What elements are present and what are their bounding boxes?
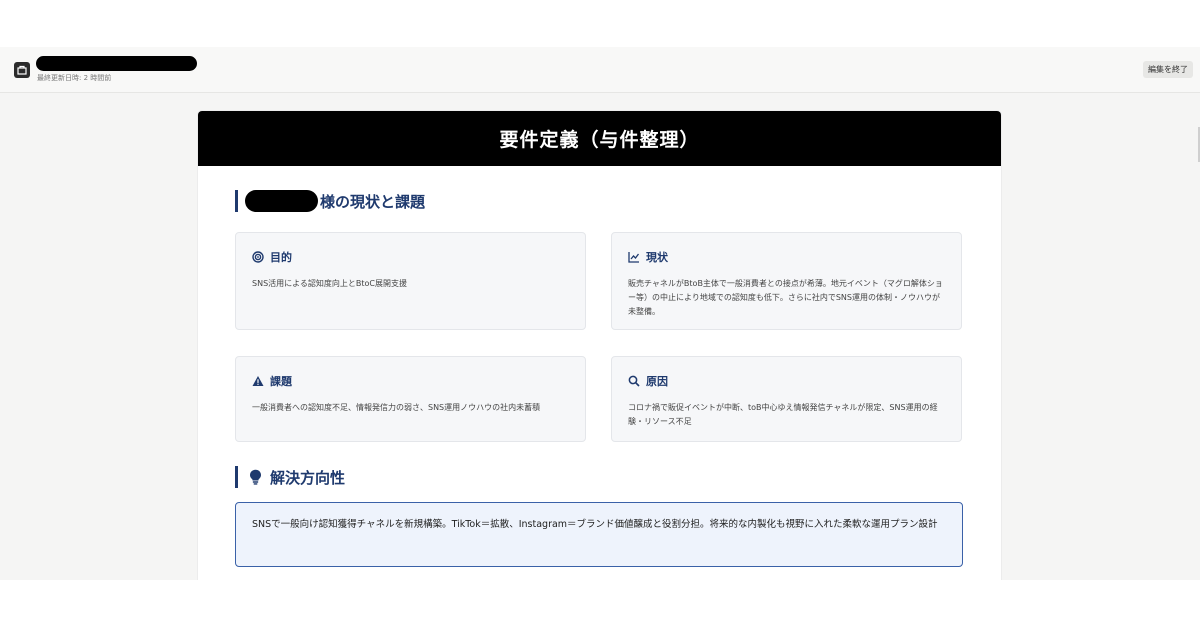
card-head: 原因 xyxy=(628,373,945,389)
card-body: 販売チャネルがBtoB主体で一般消費者との接点が希薄。地元イベント（マグロ解体シ… xyxy=(628,279,943,316)
document-slide: 要件定義（与件整理） 様の現状と課題 目的 SNS活用による認知度向上とBtoC… xyxy=(198,111,1001,580)
app-frame: 最終更新日時: 2 時間前 編集を終了 要件定義（与件整理） 様の現状と課題 目… xyxy=(0,47,1200,580)
card-head: 目的 xyxy=(252,249,569,265)
card-body: 一般消費者への認知度不足、情報発信力の弱さ、SNS運用ノウハウの社内未蓄積 xyxy=(252,403,541,412)
card-title: 目的 xyxy=(270,251,292,264)
card-title: 現状 xyxy=(646,251,668,264)
card-issues: 課題 一般消費者への認知度不足、情報発信力の弱さ、SNS運用ノウハウの社内未蓄積 xyxy=(235,356,586,442)
card-body: SNS活用による認知度向上とBtoC展開支援 xyxy=(252,279,408,288)
doc-title: 要件定義（与件整理） xyxy=(198,111,1001,166)
section-title-text: 解決方向性 xyxy=(270,468,346,487)
card-head: 現状 xyxy=(628,249,945,265)
card-head: 課題 xyxy=(252,373,569,389)
card-current-state: 現状 販売チャネルがBtoB主体で一般消費者との接点が希薄。地元イベント（マグロ… xyxy=(611,232,962,330)
last-updated-label: 最終更新日時: 2 時間前 xyxy=(37,74,112,82)
target-icon xyxy=(252,251,264,263)
section-title-text: 様の現状と課題 xyxy=(320,192,426,211)
heading-accent-bar xyxy=(235,190,238,212)
section-solution-heading: 解決方向性 xyxy=(235,466,345,488)
heading-accent-bar xyxy=(235,466,238,488)
section-current-issues-heading: 様の現状と課題 xyxy=(235,190,425,212)
card-title: 原因 xyxy=(646,375,668,388)
card-purpose: 目的 SNS活用による認知度向上とBtoC展開支援 xyxy=(235,232,586,330)
card-title: 課題 xyxy=(270,375,292,388)
app-icon[interactable] xyxy=(14,62,30,78)
solution-box: SNSで一般向け認知獲得チャネルを新規構築。TikTok＝拡散、Instagra… xyxy=(235,502,963,567)
lightbulb-icon xyxy=(250,469,261,485)
warning-icon xyxy=(252,376,264,386)
redacted-client-name xyxy=(245,190,318,212)
redacted-document-title xyxy=(36,56,197,71)
top-bar: 最終更新日時: 2 時間前 編集を終了 xyxy=(0,47,1200,93)
search-icon xyxy=(628,375,640,387)
card-causes: 原因 コロナ禍で販促イベントが中断、toB中心ゆえ情報発信チャネルが限定、SNS… xyxy=(611,356,962,442)
card-body: コロナ禍で販促イベントが中断、toB中心ゆえ情報発信チャネルが限定、SNS運用の… xyxy=(628,403,938,426)
end-editing-button[interactable]: 編集を終了 xyxy=(1143,61,1193,78)
chart-line-icon xyxy=(628,252,640,263)
